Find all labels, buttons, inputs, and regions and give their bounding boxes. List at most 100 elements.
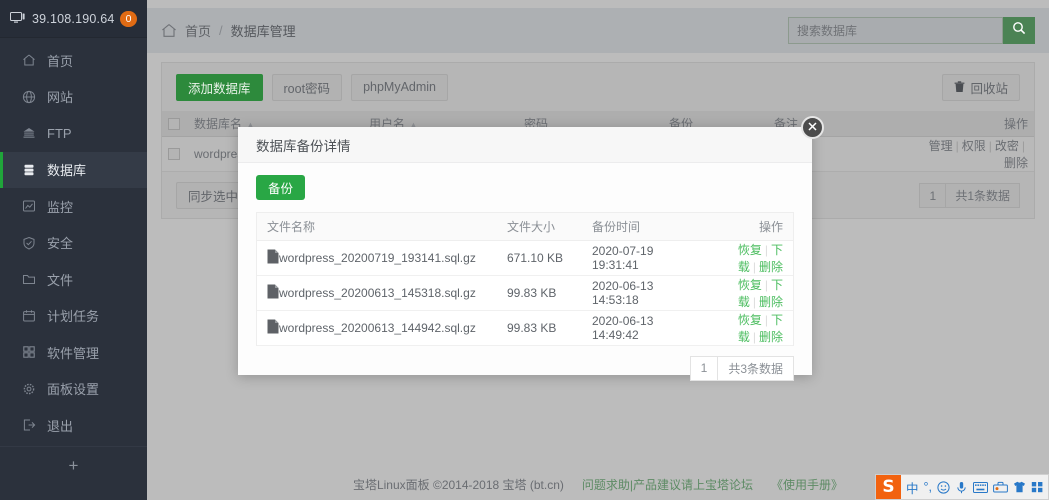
action-delete[interactable]: 删除: [759, 330, 783, 344]
action-separator: |: [764, 242, 768, 257]
row-checkbox[interactable]: [168, 148, 180, 161]
total-records: 共3条数据: [718, 355, 794, 381]
sidebar-item-label: 安全: [47, 236, 74, 252]
sidebar-item-label: 监控: [47, 199, 74, 215]
breadcrumb-current: 数据库管理: [230, 24, 296, 39]
sidebar-add-button[interactable]: +: [0, 446, 147, 484]
page-number[interactable]: 1: [689, 355, 719, 381]
sidebar-item-label: 软件管理: [47, 345, 100, 361]
action-delete[interactable]: 删除: [1004, 156, 1028, 170]
home-icon[interactable]: [161, 23, 177, 38]
backup-table-wrap: 文件名称 文件大小 备份时间 操作 wordpress_20200719_193…: [256, 212, 794, 346]
ime-menu-icon[interactable]: [1031, 481, 1044, 493]
panel-toolbar: 添加数据库 root密码 phpMyAdmin 回收站: [162, 63, 1034, 111]
manual-link[interactable]: 《使用手册》: [771, 476, 843, 493]
ime-toolbox-icon[interactable]: [993, 481, 1008, 493]
sidebar-item-monitor[interactable]: 监控: [0, 188, 147, 225]
action-separator: |: [955, 138, 959, 153]
sidebar-item-label: 计划任务: [47, 309, 100, 325]
sidebar-item-label: 网站: [47, 90, 74, 106]
breadcrumb-separator: /: [219, 23, 223, 38]
cell-filename: wordpress_20200613_144942.sql.gz: [257, 310, 497, 346]
file-icon: [267, 284, 279, 302]
action-delete[interactable]: 删除: [759, 260, 783, 274]
action-restore[interactable]: 恢复: [738, 313, 762, 327]
cell-actions: 恢复 | 下载 | 删除: [712, 275, 793, 311]
cell-filesize: 99.83 KB: [497, 310, 582, 346]
select-all-header[interactable]: [162, 111, 188, 137]
action-change-password[interactable]: 改密: [995, 139, 1019, 153]
sidebar-header: 39.108.190.64 0: [0, 0, 147, 38]
action-manage[interactable]: 管理: [929, 139, 953, 153]
backup-table-body: wordpress_20200719_193141.sql.gz 671.10 …: [257, 240, 793, 346]
sidebar-item-database[interactable]: 数据库: [0, 151, 147, 188]
backup-table-head: 文件名称 文件大小 备份时间 操作: [257, 213, 793, 241]
sidebar-item-label: 数据库: [47, 163, 87, 179]
modal-body: 备份 文件名称 文件大小 备份时间 操作 wordpress_20200719_…: [238, 163, 812, 346]
ime-mode-chinese[interactable]: 中: [906, 478, 919, 497]
modal-close-button[interactable]: [801, 116, 824, 139]
shield-icon: [22, 236, 42, 250]
ime-skin-icon[interactable]: [1013, 481, 1026, 493]
sidebar-item-logout[interactable]: 退出: [0, 407, 147, 444]
forum-link[interactable]: 问题求助|产品建议请上宝塔论坛: [582, 476, 753, 493]
sidebar-item-home[interactable]: 首页: [0, 42, 147, 79]
action-restore[interactable]: 恢复: [738, 278, 762, 292]
search-input[interactable]: [788, 17, 1003, 44]
cell-actions: 管理 | 权限 | 改密 |删除: [916, 136, 1034, 172]
sidebar-item-security[interactable]: 安全: [0, 225, 147, 262]
cell-filesize: 99.83 KB: [497, 275, 582, 311]
sidebar-item-settings[interactable]: 面板设置: [0, 371, 147, 408]
total-records: 共1条数据: [946, 183, 1020, 208]
recycle-bin-button[interactable]: 回收站: [942, 73, 1020, 101]
backup-button[interactable]: 备份: [256, 175, 306, 200]
calendar-icon: [22, 309, 42, 323]
monitor-chart-icon: [22, 199, 42, 213]
server-ip: 39.108.190.64: [32, 11, 115, 26]
cell-actions: 恢复 | 下载 | 删除: [712, 310, 793, 346]
breadcrumb-home[interactable]: 首页: [185, 21, 211, 40]
action-separator: |: [1021, 138, 1025, 153]
sidebar-item-files[interactable]: 文件: [0, 261, 147, 298]
sidebar-item-cron[interactable]: 计划任务: [0, 298, 147, 335]
column-label: 操作: [1003, 116, 1028, 131]
sogou-logo-icon[interactable]: S: [876, 475, 901, 499]
row-select-cell[interactable]: [162, 136, 188, 172]
action-permission[interactable]: 权限: [962, 139, 986, 153]
filename-text: wordpress_20200613_145318.sql.gz: [279, 285, 476, 300]
action-delete[interactable]: 删除: [759, 295, 783, 309]
column-filename: 文件名称: [257, 213, 497, 241]
cell-filename: wordpress_20200613_145318.sql.gz: [257, 275, 497, 311]
action-restore[interactable]: 恢复: [738, 243, 762, 257]
database-icon: [22, 163, 42, 177]
filename-text: wordpress_20200719_193141.sql.gz: [279, 250, 476, 265]
sidebar-item-label: 退出: [47, 418, 74, 434]
ime-toolbar: S 中 °,: [875, 474, 1049, 500]
root-password-button[interactable]: root密码: [271, 73, 343, 101]
logout-icon: [22, 418, 42, 432]
page-number[interactable]: 1: [919, 183, 947, 208]
action-separator: |: [764, 312, 768, 327]
table-row: wordpress_20200613_145318.sql.gz 99.83 K…: [257, 275, 793, 311]
cell-backup-time: 2020-07-19 19:31:41: [582, 240, 712, 276]
ime-punctuation-icon[interactable]: °,: [924, 480, 932, 494]
top-bar: 首页 / 数据库管理: [147, 8, 1049, 53]
column-filesize: 文件大小: [497, 213, 582, 241]
copyright-text: 宝塔Linux面板 ©2014-2018 宝塔 (bt.cn): [352, 477, 564, 492]
cell-filename: wordpress_20200719_193141.sql.gz: [257, 240, 497, 276]
sidebar-item-software[interactable]: 软件管理: [0, 334, 147, 371]
sidebar-item-ftp[interactable]: FTP: [0, 115, 147, 152]
ime-voice-icon[interactable]: [955, 481, 968, 494]
ime-emoji-icon[interactable]: [937, 480, 950, 494]
ime-keyboard-icon[interactable]: [973, 481, 988, 493]
column-actions: 操作: [916, 111, 1034, 137]
search-button[interactable]: [1003, 17, 1035, 44]
ftp-icon: [22, 126, 42, 140]
sidebar-item-website[interactable]: 网站: [0, 79, 147, 116]
phpmyadmin-button[interactable]: phpMyAdmin: [351, 73, 449, 101]
column-label: 备份时间: [592, 219, 641, 234]
add-database-button[interactable]: 添加数据库: [176, 73, 263, 101]
select-all-checkbox[interactable]: [168, 118, 180, 131]
globe-icon: [22, 90, 42, 104]
column-backup-time: 备份时间: [582, 213, 712, 241]
